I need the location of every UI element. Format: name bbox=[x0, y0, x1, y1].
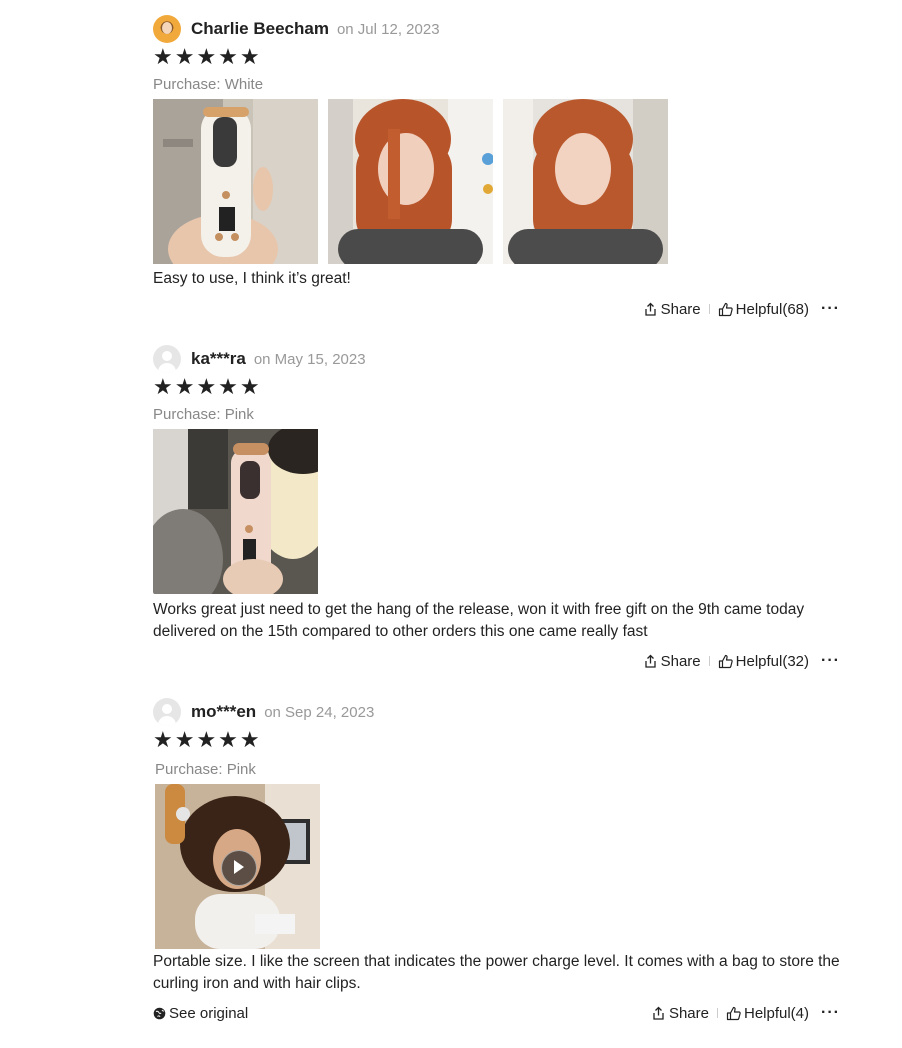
review-actions: Share Helpful(4) ··· bbox=[651, 1004, 840, 1022]
divider bbox=[708, 656, 710, 666]
user-avatar-icon[interactable] bbox=[153, 345, 181, 373]
review-actions: Share Helpful(68) ··· bbox=[643, 300, 840, 318]
purchase-variant: Purchase: White bbox=[153, 76, 264, 93]
share-button[interactable]: Share bbox=[651, 1005, 709, 1022]
share-label: Share bbox=[660, 300, 701, 318]
review-date: on Sep 24, 2023 bbox=[264, 704, 375, 721]
see-original-button[interactable]: See original bbox=[153, 1005, 248, 1022]
review-text: Works great just need to get the hang of… bbox=[153, 601, 805, 640]
star-rating: ★★★★★ bbox=[153, 374, 262, 399]
play-icon[interactable] bbox=[221, 850, 257, 886]
share-icon bbox=[643, 302, 658, 317]
share-button[interactable]: Share bbox=[643, 653, 701, 670]
divider bbox=[716, 1008, 718, 1018]
reviewer-name[interactable]: ka***ra bbox=[191, 349, 246, 368]
review-photo[interactable] bbox=[328, 99, 493, 264]
review-text: Easy to use, I think it’s great! bbox=[153, 270, 351, 287]
see-original-label: See original bbox=[169, 1005, 249, 1022]
share-icon bbox=[643, 654, 658, 669]
reviewer-name-line: mo***en on Sep 24, 2023 bbox=[191, 702, 374, 722]
user-avatar-icon[interactable] bbox=[153, 698, 181, 726]
thumbs-up-icon bbox=[718, 302, 733, 317]
helpful-count: Helpful(68) bbox=[735, 300, 810, 318]
star-rating: ★★★★★ bbox=[153, 727, 262, 752]
more-options-button[interactable]: ··· bbox=[821, 652, 840, 670]
share-label: Share bbox=[668, 1004, 709, 1022]
review-photo[interactable] bbox=[153, 429, 318, 594]
more-options-button[interactable]: ··· bbox=[821, 1004, 840, 1022]
purchase-variant: Purchase: Pink bbox=[155, 761, 256, 778]
divider bbox=[708, 304, 710, 314]
review-date: on May 15, 2023 bbox=[253, 351, 366, 368]
reviewer-name-line: ka***ra on May 15, 2023 bbox=[191, 349, 366, 369]
helpful-count: Helpful(4) bbox=[743, 1004, 810, 1022]
globe-icon bbox=[153, 1007, 166, 1020]
helpful-button[interactable]: Helpful(4) bbox=[726, 1005, 809, 1022]
review-video[interactable] bbox=[155, 784, 320, 949]
reviewer-name[interactable]: Charlie Beecham bbox=[191, 19, 329, 38]
share-icon bbox=[651, 1006, 666, 1021]
thumbs-up-icon bbox=[726, 1006, 741, 1021]
more-options-button[interactable]: ··· bbox=[821, 300, 840, 318]
share-label: Share bbox=[660, 652, 701, 670]
review-date: on Jul 12, 2023 bbox=[336, 21, 440, 38]
reviewer-name-line: Charlie Beecham on Jul 12, 2023 bbox=[191, 19, 440, 39]
helpful-button[interactable]: Helpful(68) bbox=[718, 301, 809, 318]
reviewer-name[interactable]: mo***en bbox=[191, 702, 256, 721]
review-photo[interactable] bbox=[153, 99, 318, 264]
review-photo[interactable] bbox=[503, 99, 668, 264]
review-text: Portable size. I like the screen that in… bbox=[153, 953, 840, 992]
review-actions: Share Helpful(32) ··· bbox=[643, 652, 840, 670]
reviewer-avatar[interactable] bbox=[153, 15, 181, 43]
purchase-variant: Purchase: Pink bbox=[153, 406, 254, 423]
star-rating: ★★★★★ bbox=[153, 44, 262, 69]
share-button[interactable]: Share bbox=[643, 301, 701, 318]
helpful-count: Helpful(32) bbox=[735, 652, 810, 670]
helpful-button[interactable]: Helpful(32) bbox=[718, 653, 809, 670]
thumbs-up-icon bbox=[718, 654, 733, 669]
